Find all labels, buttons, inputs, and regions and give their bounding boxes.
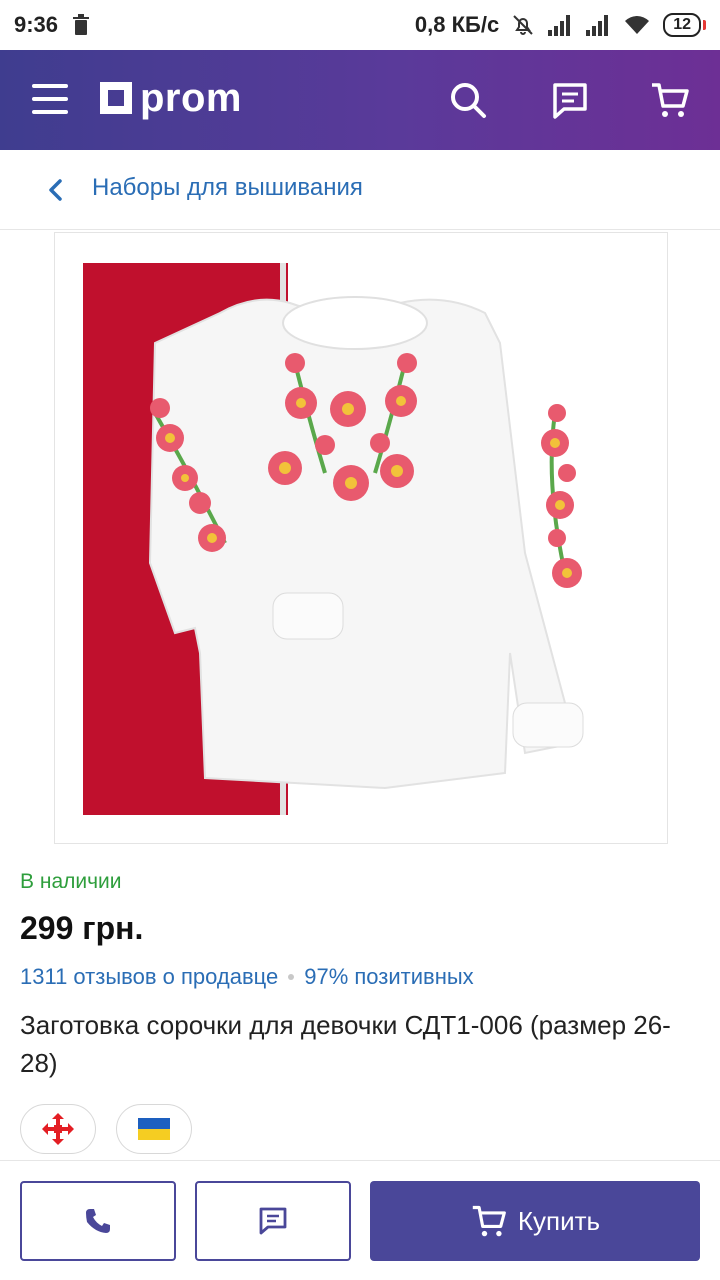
app-header: prom (0, 50, 720, 150)
phone-icon (86, 1209, 110, 1233)
message-button[interactable] (195, 1181, 351, 1261)
ukraine-flag-icon (138, 1118, 170, 1140)
seller-reviews: 1311 отзывов о продавце 97% позитивных (20, 964, 474, 990)
cart-icon[interactable] (650, 80, 690, 120)
nova-poshta-badge[interactable] (20, 1104, 96, 1154)
trash-icon (73, 14, 90, 35)
reviews-link[interactable]: 1311 отзывов о продавце (20, 964, 278, 990)
mute-bell-icon (513, 15, 533, 35)
breadcrumb-label[interactable]: Наборы для вышивания (92, 174, 363, 202)
chat-icon[interactable] (550, 80, 590, 120)
product-image[interactable] (54, 232, 668, 844)
prom-logo[interactable]: prom (100, 78, 242, 118)
chevron-left-icon[interactable] (44, 178, 68, 202)
signal-icon (548, 15, 571, 36)
network-speed: 0,8 КБ/с (414, 12, 500, 37)
availability-status: В наличии (20, 870, 122, 893)
logo-mark (100, 82, 132, 114)
bottom-action-bar: Купить (0, 1160, 720, 1280)
buy-button-label: Купить (517, 1205, 601, 1236)
status-time: 9:36 (14, 12, 59, 37)
buy-button[interactable]: Купить (370, 1181, 700, 1261)
shirt-illustration (83, 263, 584, 815)
product-title: Заготовка сорочки для девочки СДТ1-006 (… (20, 1010, 671, 1078)
positive-rating[interactable]: 97% позитивных (304, 964, 473, 990)
breadcrumb[interactable]: Наборы для вышивания (0, 150, 720, 230)
search-icon[interactable] (448, 80, 488, 120)
ukraine-badge[interactable] (116, 1104, 192, 1154)
battery-level: 12 (663, 13, 701, 37)
signal-icon-2 (586, 15, 609, 36)
cart-icon (472, 1205, 506, 1237)
battery-tip (703, 20, 706, 30)
call-button[interactable] (20, 1181, 176, 1261)
status-indicators: 0,8 КБ/с 12 (415, 12, 706, 38)
product-price: 299 грн. (20, 910, 144, 946)
menu-icon[interactable] (32, 84, 68, 116)
wifi-icon (625, 16, 650, 34)
separator-dot (288, 974, 295, 980)
logo-text: prom (140, 76, 242, 120)
message-icon (259, 1207, 287, 1235)
status-bar: 9:36 0,8 КБ/с 12 (0, 0, 720, 50)
battery-indicator: 12 (663, 13, 706, 37)
nova-poshta-icon (42, 1113, 74, 1145)
